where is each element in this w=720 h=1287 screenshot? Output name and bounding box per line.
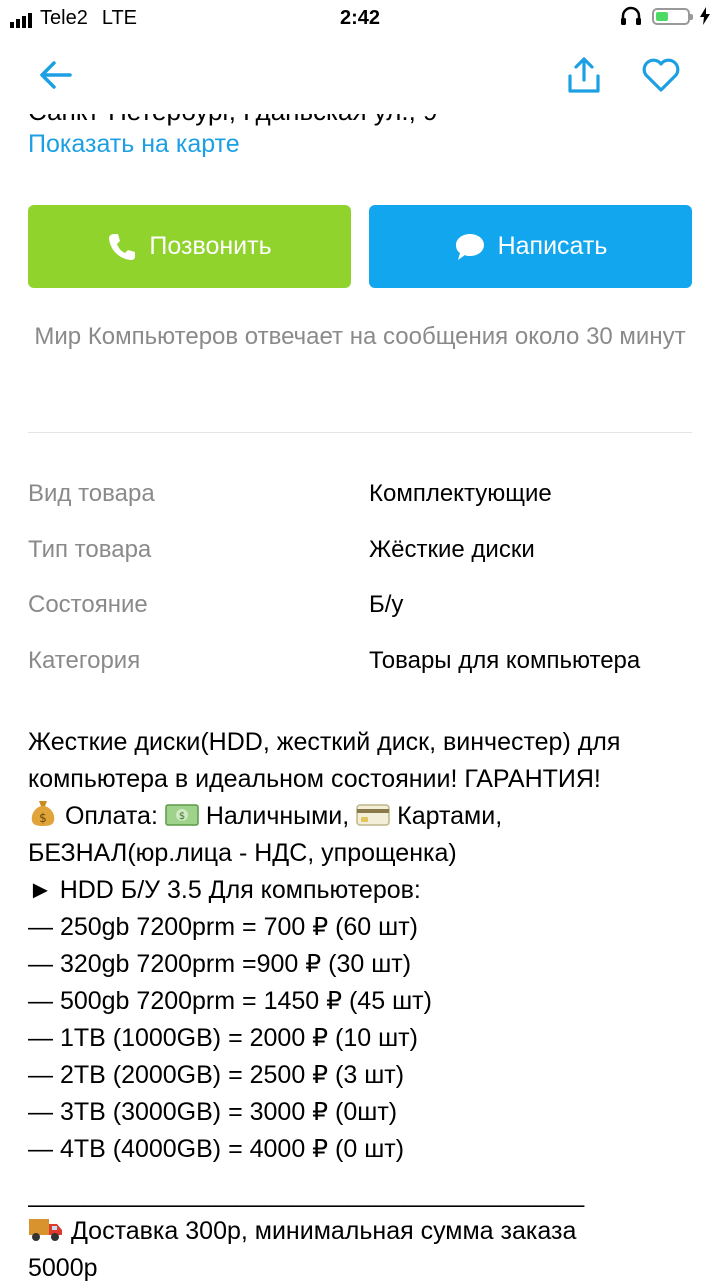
divider: [28, 432, 692, 433]
message-button-label: Написать: [497, 232, 608, 260]
status-bar: Tele2 LTE 2:42: [0, 0, 720, 36]
payment-label: Оплата:: [64, 802, 158, 830]
description-line: БЕЗНАЛ(юр.лица - НДС, упрощенка): [28, 839, 457, 867]
param-label: Вид товара: [28, 480, 155, 507]
price-line: — 3TB (3000GB) = 3000 ₽ (0шт): [28, 1098, 398, 1126]
svg-text:$: $: [179, 811, 185, 822]
headphones-icon: [621, 6, 641, 25]
call-button[interactable]: Позвонить: [28, 205, 351, 288]
param-value: Товары для компьютера: [369, 647, 641, 674]
message-button[interactable]: Написать: [369, 205, 692, 288]
param-row: Категория Товары для компьютера: [28, 647, 692, 687]
heart-icon: [642, 58, 680, 92]
call-button-label: Позвонить: [149, 232, 272, 260]
description-line: ► HDD Б/У 3.5 Для компьютеров:: [28, 876, 421, 904]
separator-line: ________________________________________: [28, 1180, 585, 1208]
delivery-text: Доставка 300р, минимальная сумма заказа: [70, 1217, 577, 1245]
item-description: Жесткие диски(HDD, жесткий диск, винчест…: [28, 724, 708, 1287]
price-line: — 2TB (2000GB) = 2500 ₽ (3 шт): [28, 1061, 405, 1089]
param-label: Тип товара: [28, 536, 152, 563]
clock: 2:42: [339, 7, 381, 29]
price-line: — 320gb 7200prm =900 ₽ (30 шт): [28, 950, 412, 978]
show-on-map-link[interactable]: Показать на карте: [28, 130, 240, 159]
banknote-icon: $: [165, 804, 199, 826]
description-line: Жесткие диски(HDD, жесткий диск, винчест…: [28, 728, 621, 756]
svg-text:$: $: [39, 811, 47, 825]
param-row: Вид товара Комплектующие: [28, 480, 692, 520]
payment-line: $ Оплата: $ Наличными, Картами,: [28, 798, 708, 835]
phone-icon: [109, 233, 136, 260]
back-button[interactable]: [30, 50, 80, 100]
money-bag-icon: $: [31, 801, 55, 826]
param-label: Состояние: [28, 591, 148, 618]
truck-icon: [29, 1219, 62, 1241]
share-button[interactable]: [559, 50, 609, 100]
payment-cards: Картами,: [397, 802, 503, 830]
description-line: компьютера в идеальном состоянии! ГАРАНТ…: [28, 765, 601, 793]
battery-icon: [652, 7, 693, 25]
delivery-line: Доставка 300р, минимальная сумма заказа: [28, 1213, 708, 1250]
seller-reply-time: Мир Компьютеров отвечает на сообщения ок…: [34, 323, 686, 350]
param-value: Жёсткие диски: [369, 536, 535, 563]
credit-card-icon: [356, 804, 390, 826]
param-row: Состояние Б/у: [28, 591, 692, 631]
param-value: Б/у: [369, 591, 404, 618]
param-label: Категория: [28, 647, 141, 674]
price-line: — 1TB (1000GB) = 2000 ₽ (10 шт): [28, 1024, 418, 1052]
price-line: — 250gb 7200prm = 700 ₽ (60 шт): [28, 913, 418, 941]
favorite-button[interactable]: [636, 50, 686, 100]
navigation-bar: [0, 36, 720, 114]
charging-icon: [700, 7, 710, 25]
status-right: [620, 6, 710, 26]
param-row: Тип товара Жёсткие диски: [28, 536, 692, 576]
payment-cash: Наличными,: [205, 802, 350, 830]
price-line: — 4TB (4000GB) = 4000 ₽ (0 шт): [28, 1135, 405, 1163]
chat-bubble-icon: [455, 233, 484, 260]
back-arrow-icon: [40, 61, 72, 89]
description-line: 5000р: [28, 1254, 98, 1282]
param-value: Комплектующие: [369, 480, 552, 507]
share-icon: [568, 57, 600, 93]
price-line: — 500gb 7200prm = 1450 ₽ (45 шт): [28, 987, 432, 1015]
